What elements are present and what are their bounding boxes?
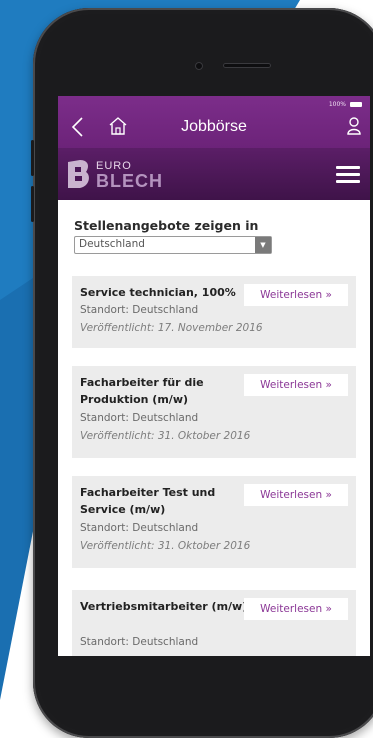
country-select[interactable]: Deutschland ▼: [74, 236, 272, 254]
app-screen: 100% Jobbörse EURO BLECH Stellenangebote…: [58, 96, 370, 656]
read-more-button[interactable]: Weiterlesen »: [244, 284, 348, 306]
job-location: Standort: Deutschland: [80, 522, 199, 534]
read-more-button[interactable]: Weiterlesen »: [244, 598, 348, 620]
battery-level: 100%: [328, 101, 346, 108]
front-camera-icon: [195, 62, 203, 70]
job-published: Veröffentlicht: 17. November 2016: [80, 322, 263, 334]
read-more-button[interactable]: Weiterlesen »: [244, 484, 348, 506]
dropdown-arrow-icon[interactable]: ▼: [255, 237, 271, 253]
job-published: Veröffentlicht: 31. Oktober 2016: [80, 430, 251, 442]
speaker-grille: [223, 63, 271, 68]
job-title: Facharbeiter für die Produktion (m/w): [80, 376, 204, 406]
country-select-value: Deutschland: [79, 238, 145, 250]
job-card: Facharbeiter Test und Service (m/w) Stan…: [72, 476, 356, 568]
job-location: Standort: Deutschland: [80, 304, 199, 316]
job-published: Veröffentlicht: 31. Oktober 2016: [80, 540, 251, 552]
job-card: Facharbeiter für die Produktion (m/w) St…: [72, 366, 356, 458]
user-icon[interactable]: [346, 116, 362, 136]
volume-button: [31, 186, 34, 222]
job-title: Vertriebsmitarbeiter (m/w): [80, 600, 248, 613]
filter-label: Stellenangebote zeigen in: [74, 218, 259, 233]
volume-button: [31, 140, 34, 176]
battery-icon: [350, 102, 362, 107]
job-location: Standort: Deutschland: [80, 636, 199, 648]
job-card: Vertriebsmitarbeiter (m/w) Standort: Deu…: [72, 590, 356, 656]
logo-mark-icon: [68, 160, 89, 188]
app-header: 100% Jobbörse: [58, 96, 370, 148]
logo-text-blech: BLECH: [96, 171, 163, 191]
menu-icon[interactable]: [336, 166, 360, 184]
job-location: Standort: Deutschland: [80, 412, 199, 424]
job-card: Service technician, 100% Standort: Deuts…: [72, 276, 356, 348]
brand-bar: EURO BLECH: [58, 148, 370, 200]
page-title: Jobbörse: [181, 118, 247, 135]
read-more-button[interactable]: Weiterlesen »: [244, 374, 348, 396]
job-title: Facharbeiter Test und Service (m/w): [80, 486, 216, 516]
job-title: Service technician, 100%: [80, 286, 236, 299]
